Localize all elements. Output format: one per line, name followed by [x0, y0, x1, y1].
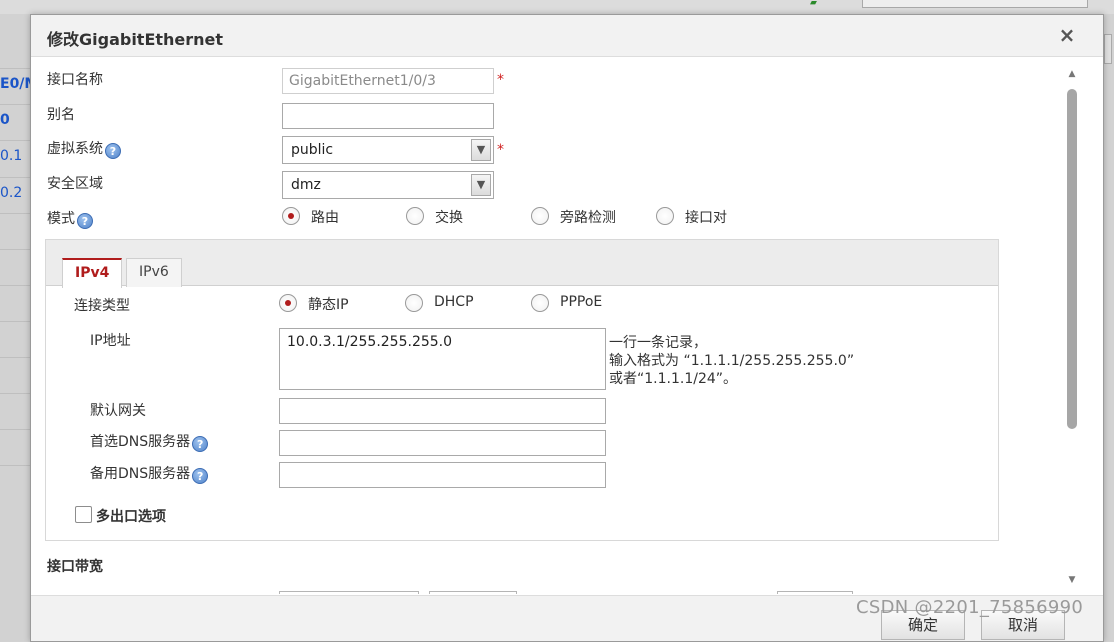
mode-label-text: 模式	[47, 211, 75, 227]
virtual-system-select[interactable]: public ▼	[282, 136, 494, 164]
ip-address-hint-line: 输入格式为 “1.1.1.1/255.255.255.0”	[609, 353, 855, 369]
background-row-divider	[0, 321, 32, 322]
connection-option-label: DHCP	[434, 294, 474, 310]
ip-address-textarea[interactable]: 10.0.3.1/255.255.255.0	[279, 328, 606, 390]
interface-name-label: 接口名称	[47, 72, 103, 88]
bandwidth-section-title: 接口带宽	[47, 559, 103, 575]
ok-button[interactable]: 确定	[881, 610, 965, 640]
bandwidth-input-partial[interactable]	[279, 591, 419, 594]
dialog-header: 修改GigabitEthernet ×	[31, 15, 1103, 57]
connection-radio-dhcp[interactable]	[405, 294, 423, 312]
ip-tab-bar: IPv4 IPv6	[46, 240, 998, 288]
mode-radio-pair[interactable]	[656, 207, 674, 225]
required-mark: *	[497, 142, 504, 158]
mode-option-label: 路由	[311, 210, 339, 226]
mode-option-label: 旁路检测	[560, 210, 616, 226]
multi-egress-label: 多出口选项	[96, 509, 166, 525]
background-row-divider	[0, 465, 32, 466]
virtual-system-label-text: 虚拟系统	[47, 141, 103, 157]
required-mark: *	[497, 72, 504, 88]
mode-radio-group: 路由 交换 旁路检测 接口对	[282, 207, 802, 227]
background-row-divider	[0, 177, 32, 178]
background-link[interactable]: E0/M	[0, 76, 32, 94]
chevron-down-icon[interactable]: ▼	[471, 174, 491, 196]
multi-egress-checkbox[interactable]	[75, 506, 92, 523]
mode-radio-switch[interactable]	[406, 207, 424, 225]
background-row-divider	[0, 213, 32, 214]
dialog-content: 接口名称 GigabitEthernet1/0/3 * 别名 虚拟系统? pub…	[31, 58, 1103, 594]
default-gateway-input[interactable]	[279, 398, 606, 424]
mode-option-label: 接口对	[685, 210, 727, 226]
dialog-title: 修改GigabitEthernet	[47, 30, 224, 49]
dialog-scrollbar[interactable]: ▲ ▼	[1065, 67, 1079, 593]
help-icon[interactable]: ?	[105, 143, 121, 159]
background-row-divider	[0, 357, 32, 358]
primary-dns-label: 首选DNS服务器?	[90, 431, 209, 452]
connection-radio-static[interactable]	[279, 294, 297, 312]
secondary-dns-input[interactable]	[279, 462, 606, 488]
security-zone-select[interactable]: dmz ▼	[282, 171, 494, 199]
security-zone-label: 安全区域	[47, 176, 103, 192]
background-scrollbar[interactable]	[1104, 34, 1112, 64]
dialog-footer: 确定 取消	[31, 595, 1103, 641]
background-row-divider	[0, 140, 32, 141]
ip-address-hint-line: 一行一条记录，	[609, 335, 707, 351]
tab-ipv4[interactable]: IPv4	[62, 258, 123, 288]
virtual-system-label: 虚拟系统?	[47, 138, 121, 159]
scroll-down-icon[interactable]: ▼	[1065, 573, 1079, 587]
help-icon[interactable]: ?	[192, 436, 209, 452]
help-icon[interactable]: ?	[77, 213, 93, 229]
secondary-dns-label: 备用DNS服务器?	[90, 463, 209, 484]
background-link[interactable]: 0.2	[0, 185, 32, 203]
primary-dns-label-text: 首选DNS服务器	[90, 434, 191, 450]
virtual-system-value: public	[291, 142, 334, 158]
scroll-thumb[interactable]	[1067, 89, 1077, 429]
background-row-divider	[0, 429, 32, 430]
background-row-divider	[0, 393, 32, 394]
secondary-dns-label-text: 备用DNS服务器	[90, 466, 191, 482]
alias-label: 别名	[47, 107, 75, 123]
primary-dns-input[interactable]	[279, 430, 606, 456]
ip-address-label: IP地址	[90, 333, 131, 349]
connection-type-label: 连接类型	[74, 298, 130, 314]
edit-interface-dialog: 修改GigabitEthernet × 接口名称 GigabitEthernet…	[30, 14, 1104, 642]
mode-radio-bypass[interactable]	[531, 207, 549, 225]
chevron-down-icon[interactable]: ▼	[471, 139, 491, 161]
ip-address-hint-line: 或者“1.1.1.1/24”。	[609, 371, 738, 387]
background-search-input[interactable]	[862, 0, 1088, 8]
tab-ipv6[interactable]: IPv6	[126, 258, 182, 287]
alias-input[interactable]	[282, 103, 494, 129]
security-zone-value: dmz	[291, 177, 321, 193]
background-link[interactable]: 0	[0, 112, 32, 130]
help-icon[interactable]: ?	[192, 468, 209, 484]
scroll-up-icon[interactable]: ▲	[1065, 67, 1079, 81]
cancel-button[interactable]: 取消	[981, 610, 1065, 640]
connection-type-radio-group: 静态IP DHCP PPPoE	[279, 294, 659, 314]
interface-name-input[interactable]: GigabitEthernet1/0/3	[282, 68, 494, 94]
connection-option-label: PPPoE	[560, 294, 603, 310]
close-icon[interactable]: ×	[1055, 23, 1079, 47]
background-row-divider	[0, 249, 32, 250]
connection-option-label: 静态IP	[308, 297, 349, 313]
connection-radio-pppoe[interactable]	[531, 294, 549, 312]
default-gateway-label: 默认网关	[90, 403, 146, 419]
background-row-divider	[0, 285, 32, 286]
bandwidth-input-partial[interactable]	[777, 591, 853, 594]
background-row-divider	[0, 68, 32, 69]
bandwidth-select-partial[interactable]	[429, 591, 517, 594]
mode-option-label: 交换	[435, 210, 463, 226]
ip-settings-panel: IPv4 IPv6 连接类型 静态IP DHCP PPPoE IP地址 10.0…	[45, 239, 999, 541]
user-icon: ▰	[810, 0, 817, 8]
background-link[interactable]: 0.1	[0, 148, 32, 166]
mode-label: 模式?	[47, 208, 93, 229]
mode-radio-route[interactable]	[282, 207, 300, 225]
background-row-divider	[0, 104, 32, 105]
